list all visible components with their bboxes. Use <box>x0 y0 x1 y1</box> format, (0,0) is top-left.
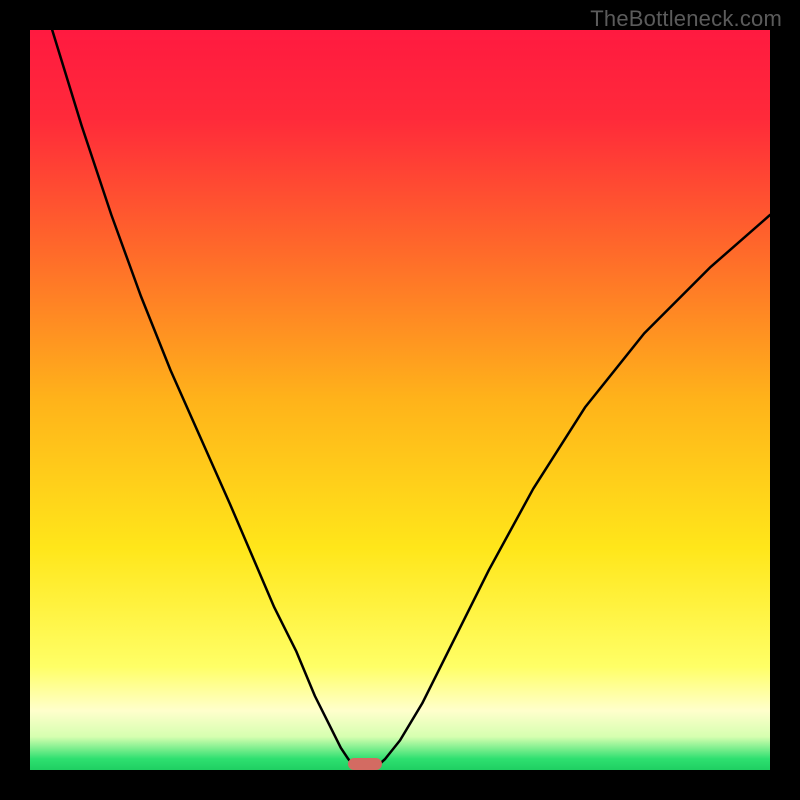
bottleneck-curve <box>30 30 770 770</box>
optimal-marker <box>348 758 382 770</box>
watermark-text: TheBottleneck.com <box>590 6 782 32</box>
plot-area <box>30 30 770 770</box>
chart-frame: TheBottleneck.com <box>0 0 800 800</box>
